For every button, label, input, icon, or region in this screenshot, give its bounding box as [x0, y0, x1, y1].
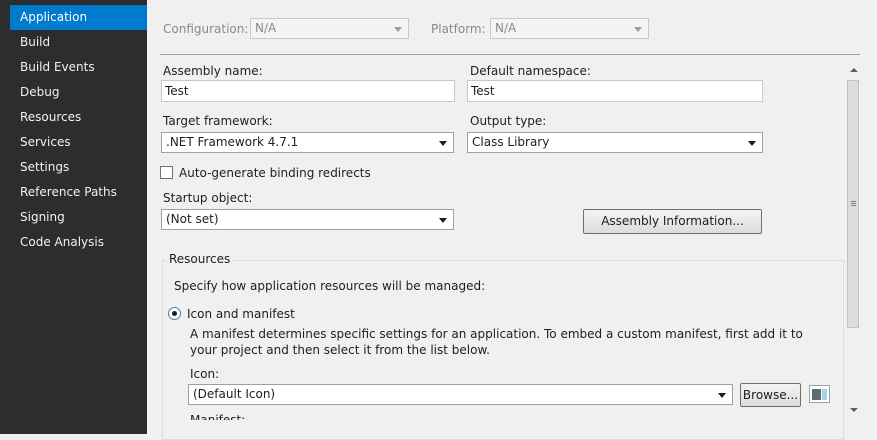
- manifest-label-partial: Manifest:: [190, 414, 245, 420]
- platform-label: Platform:: [431, 22, 486, 36]
- chevron-down-icon: [439, 218, 447, 223]
- output-type-value: Class Library: [472, 135, 550, 149]
- icon-label: Icon:: [190, 367, 220, 381]
- icon-value: (Default Icon): [193, 387, 276, 401]
- manifest-description-line1: A manifest determines specific settings …: [190, 327, 803, 341]
- scroll-down-icon[interactable]: [850, 408, 858, 412]
- sidebar: Application Build Build Events Debug Res…: [0, 0, 157, 434]
- scroll-up-icon[interactable]: [850, 68, 858, 72]
- sidebar-item-application[interactable]: Application: [10, 5, 157, 30]
- grip-line: [851, 201, 856, 202]
- assembly-name-label: Assembly name:: [163, 64, 263, 78]
- configuration-select[interactable]: N/A: [250, 18, 409, 39]
- scrollbar-thumb[interactable]: [847, 80, 859, 328]
- auto-binding-checkbox[interactable]: [160, 166, 173, 179]
- grip-line: [851, 203, 856, 204]
- icon-preview-dark: [812, 389, 821, 400]
- manifest-description-line2: your project and then select it from the…: [190, 343, 490, 357]
- platform-value: N/A: [495, 21, 517, 35]
- chevron-down-icon: [634, 27, 642, 32]
- platform-select[interactable]: N/A: [490, 18, 649, 39]
- browse-button[interactable]: Browse...: [740, 383, 801, 407]
- icon-select[interactable]: (Default Icon): [188, 384, 733, 405]
- chevron-down-icon: [718, 393, 726, 398]
- header-divider: [160, 54, 860, 55]
- sidebar-item-reference-paths[interactable]: Reference Paths: [10, 180, 140, 205]
- icon-preview-light: [822, 389, 827, 400]
- auto-binding-label[interactable]: Auto-generate binding redirects: [179, 166, 371, 180]
- target-framework-value: .NET Framework 4.7.1: [166, 135, 299, 149]
- default-namespace-input[interactable]: Test: [467, 80, 763, 102]
- grip-line: [851, 205, 856, 206]
- default-namespace-label: Default namespace:: [470, 64, 591, 78]
- assembly-information-button[interactable]: Assembly Information...: [583, 209, 762, 234]
- startup-object-value: (Not set): [166, 212, 219, 226]
- resources-group-title: Resources: [166, 252, 234, 266]
- window-icon: [809, 385, 830, 403]
- sidebar-item-debug[interactable]: Debug: [10, 80, 140, 105]
- target-framework-label: Target framework:: [163, 114, 273, 128]
- assembly-name-input[interactable]: Test: [161, 80, 455, 102]
- target-framework-select[interactable]: .NET Framework 4.7.1: [161, 132, 454, 153]
- startup-object-label: Startup object:: [163, 191, 253, 205]
- chevron-down-icon: [748, 141, 756, 146]
- chevron-down-icon: [394, 27, 402, 32]
- chevron-down-icon: [439, 141, 447, 146]
- icon-manifest-radio[interactable]: [168, 307, 181, 320]
- sidebar-item-services[interactable]: Services: [10, 130, 140, 155]
- vertical-scrollbar[interactable]: [845, 62, 862, 418]
- icon-manifest-label[interactable]: Icon and manifest: [187, 307, 295, 321]
- configuration-label: Configuration:: [163, 22, 249, 36]
- resources-description: Specify how application resources will b…: [174, 279, 486, 293]
- output-type-select[interactable]: Class Library: [467, 132, 763, 153]
- sidebar-item-settings[interactable]: Settings: [10, 155, 140, 180]
- sidebar-item-signing[interactable]: Signing: [10, 205, 140, 230]
- sidebar-item-build[interactable]: Build: [10, 30, 140, 55]
- sidebar-item-build-events[interactable]: Build Events: [10, 55, 140, 80]
- configuration-value: N/A: [255, 21, 277, 35]
- startup-object-select[interactable]: (Not set): [161, 209, 454, 230]
- sidebar-item-resources[interactable]: Resources: [10, 105, 140, 130]
- output-type-label: Output type:: [470, 114, 547, 128]
- sidebar-item-code-analysis[interactable]: Code Analysis: [10, 230, 140, 255]
